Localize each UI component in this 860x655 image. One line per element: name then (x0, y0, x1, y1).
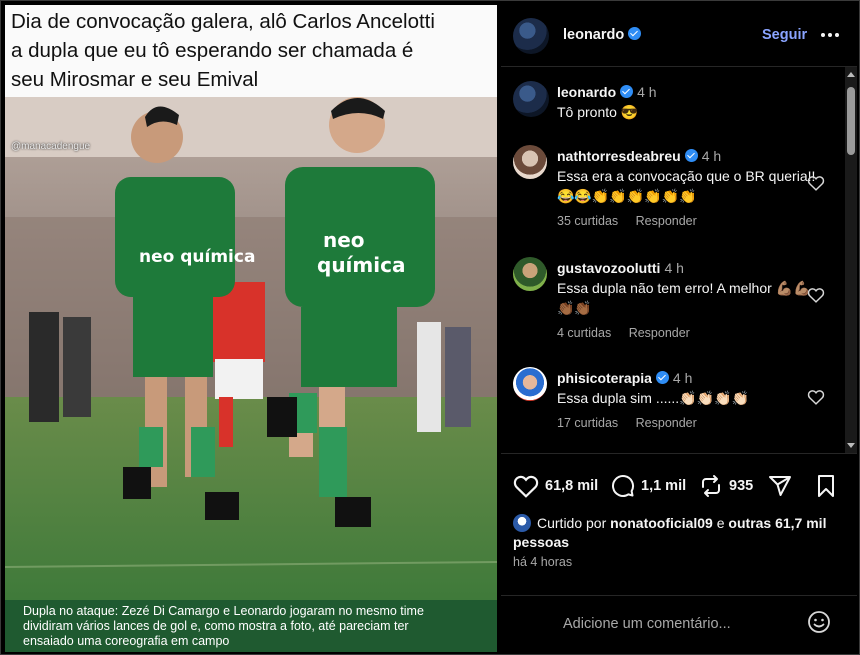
reply-button[interactable]: Responder (629, 326, 690, 340)
comment-bubble-icon (612, 475, 635, 497)
comment-text: Essa era a convocação que o BR queria!! … (557, 168, 816, 204)
meme-caption-line: seu Mirosmar e seu Emival (11, 68, 259, 91)
likes-count: 61,8 mil (545, 478, 599, 494)
meme-caption-line: a dupla que eu tô esperando ser chamada … (11, 39, 414, 62)
comment-button[interactable]: 1,1 mil (611, 474, 686, 498)
heart-icon (513, 475, 539, 498)
comment-body: gustavozoolutti 4 h Essa dupla não tem er… (557, 258, 827, 343)
comment-username[interactable]: leonardo (557, 84, 616, 100)
comment-time: 4 h (664, 260, 684, 276)
meme-caption: Dia de convocação galera, alô Carlos Anc… (5, 5, 497, 97)
watermark: @manacadengue (11, 141, 91, 152)
verified-badge-icon (620, 85, 634, 98)
liked-by: Curtido por nonatooficial09 e outras 61,… (513, 514, 843, 552)
author-username-text[interactable]: leonardo (563, 27, 624, 43)
photo-caption-line: Dupla no ataque: Zezé Di Camargo e Leona… (23, 604, 424, 618)
share-button[interactable] (767, 474, 793, 498)
comment-body: nathtorresdeabreu 4 h Essa era a convocaç… (557, 146, 827, 231)
comment-input[interactable]: Adicione um comentário... (563, 616, 731, 632)
comment-time: 4 h (637, 84, 657, 100)
svg-text:química: química (317, 253, 405, 277)
shirt-text: neo química (139, 247, 255, 267)
add-comment-bar: Adicione um comentário... (501, 595, 857, 652)
liked-by-user[interactable]: nonatooficial09 (610, 515, 713, 531)
comment-time: 4 h (672, 370, 693, 386)
save-button[interactable] (815, 474, 837, 498)
heart-outline-icon[interactable] (807, 287, 825, 303)
repost-button[interactable]: 935 (699, 474, 753, 498)
post-header: leonardo Seguir (501, 5, 857, 67)
more-horizontal-icon[interactable] (819, 25, 841, 45)
instagram-post-window: Dia de convocação galera, alô Carlos Anc… (0, 0, 860, 655)
comment-meta: 17 curtidas Responder (557, 413, 827, 433)
verified-badge-icon (655, 371, 669, 384)
meme-caption-line: Dia de convocação galera, alô Carlos Anc… (11, 10, 435, 33)
liker-avatar[interactable] (513, 514, 531, 532)
comment-username[interactable]: nathtorresdeabreu (557, 148, 681, 164)
author-avatar[interactable] (513, 18, 549, 54)
verified-badge-icon (684, 149, 698, 162)
photo-caption-line: ensaiado uma coreografia em campo (23, 634, 230, 648)
comment-meta: 35 curtidas Responder (557, 211, 827, 231)
commenter-avatar[interactable] (513, 145, 547, 179)
verified-badge-icon (628, 27, 642, 40)
reposts-count: 935 (729, 478, 754, 494)
scrollbar-thumb[interactable] (847, 87, 855, 155)
heart-outline-icon[interactable] (807, 175, 825, 191)
photo-caption: Dupla no ataque: Zezé Di Camargo e Leona… (5, 600, 497, 652)
comment-meta: 4 curtidas Responder (557, 323, 827, 343)
comment-body: leonardo 4 h Tô pronto 😎 (557, 82, 827, 122)
comment-likes[interactable]: 35 curtidas (557, 214, 618, 228)
comment-text: Tô pronto 😎 (557, 104, 639, 120)
commenter-avatar[interactable] (513, 257, 547, 291)
comments-list: leonardo 4 h Tô pronto 😎 nathtorresdeabre… (501, 67, 857, 453)
heart-outline-icon[interactable] (807, 389, 825, 405)
emoji-smile-icon[interactable] (807, 610, 831, 634)
comment-likes[interactable]: 17 curtidas (557, 416, 618, 430)
comment-body: phisicoterapia 4 h Essa dupla sim ......👏… (557, 368, 827, 433)
commenter-avatar[interactable] (513, 367, 547, 401)
repost-icon (702, 475, 720, 497)
svg-text:neo: neo (323, 228, 365, 252)
comment-text: Essa dupla não tem erro! A melhor 💪🏽💪🏽👏🏾… (557, 280, 811, 316)
paper-plane-icon (769, 476, 791, 496)
author-avatar[interactable] (513, 81, 549, 117)
comment-username[interactable]: gustavozoolutti (557, 260, 660, 276)
photo-caption-line: dividiram vários lances de gol e, como m… (23, 619, 409, 633)
comment-likes[interactable]: 4 curtidas (557, 326, 611, 340)
comment-username[interactable]: phisicoterapia (557, 370, 652, 386)
post-media[interactable]: Dia de convocação galera, alô Carlos Anc… (5, 5, 497, 652)
scroll-down-icon[interactable] (847, 443, 855, 448)
liked-by-prefix: Curtido por (537, 515, 607, 531)
like-button[interactable]: 61,8 mil (513, 474, 598, 498)
bookmark-icon (818, 475, 834, 497)
post-timestamp[interactable]: há 4 horas (513, 555, 572, 569)
football-photo: neo química neo química (5, 97, 497, 600)
comment-time: 4 h (701, 148, 722, 164)
comments-count: 1,1 mil (641, 478, 687, 494)
reply-button[interactable]: Responder (636, 214, 697, 228)
post-sidebar: leonardo Seguir leonardo 4 h Tô pronto 😎 … (501, 5, 857, 652)
reply-button[interactable]: Responder (636, 416, 697, 430)
comments-scrollbar[interactable] (845, 67, 857, 453)
author-username[interactable]: leonardo (563, 27, 642, 43)
scroll-up-icon[interactable] (847, 72, 855, 77)
comment-text: Essa dupla sim ......👏🏻👏🏻👏🏻👏🏻 (557, 390, 749, 406)
liked-by-middle: e (716, 515, 725, 531)
follow-button[interactable]: Seguir (762, 27, 807, 43)
